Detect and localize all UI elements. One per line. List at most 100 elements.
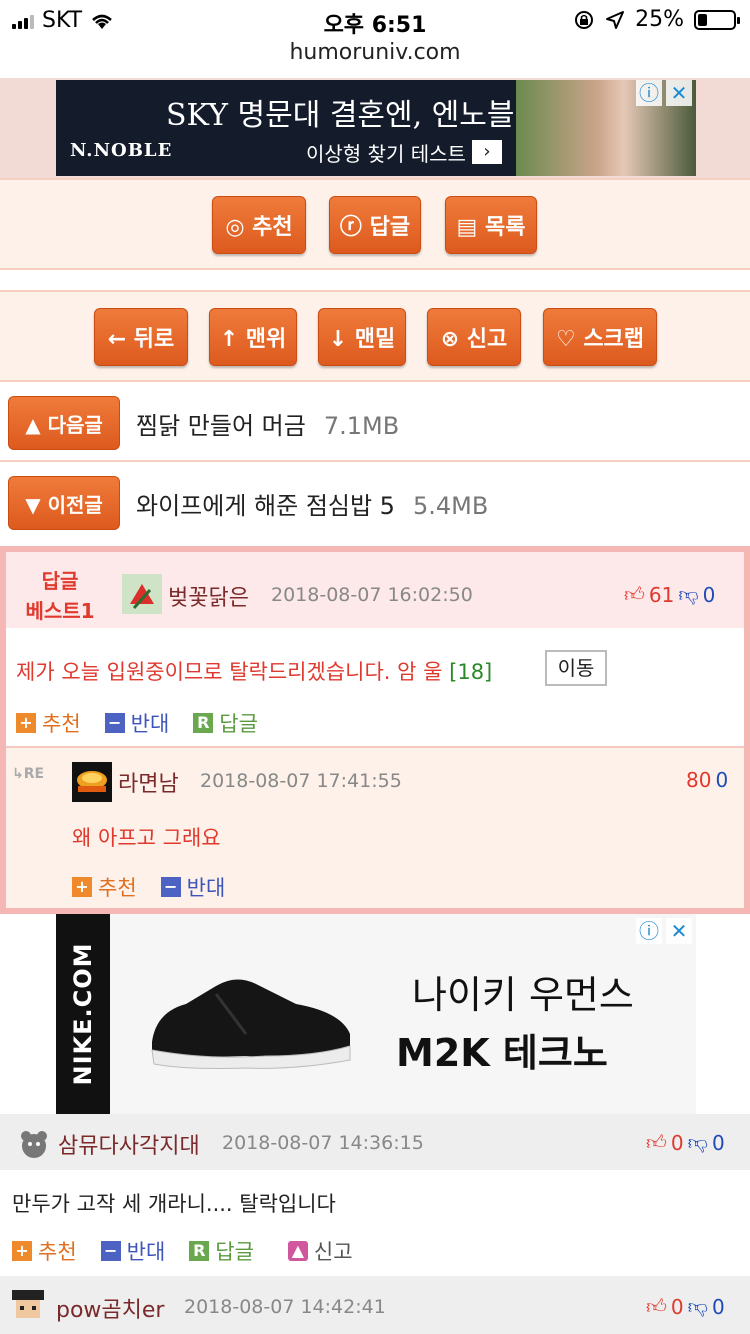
ad-controls: ⓘ ✕	[636, 80, 692, 106]
next-post-title[interactable]: 찜닭 만들어 머금	[136, 412, 306, 440]
thumbs-up-icon[interactable]: 👍︎	[646, 1294, 667, 1319]
list-button[interactable]: ▤ 목록	[445, 196, 537, 254]
nike-side-panel: NIKE.COM	[56, 914, 110, 1114]
move-button[interactable]: 이동	[545, 650, 607, 686]
url-bar[interactable]: humoruniv.com	[0, 40, 750, 65]
avatar[interactable]	[14, 1124, 54, 1164]
best-reply-header: 답글 베스트1 벚꽃닭은 2018-08-07 16:02:50 👍︎ 61 👎…	[6, 552, 744, 628]
report-action[interactable]: ▲ 신고	[287, 1236, 353, 1266]
prev-post-size: 5.4MB	[412, 492, 489, 520]
thumbs-down-icon[interactable]: 👎︎	[688, 1130, 708, 1155]
best-reply-nick[interactable]: 벚꽃닭은	[168, 580, 249, 612]
down-count: 0	[711, 1130, 725, 1155]
ad-arrow-icon: ›	[472, 140, 502, 164]
report-button[interactable]: ⊗ 신고	[427, 308, 521, 366]
rotation-lock-icon	[575, 10, 594, 29]
status-bar: SKT 오후 6:51 25%	[0, 0, 750, 40]
scrap-button[interactable]: ♡ 스크랩	[543, 308, 657, 366]
ad-banner-top[interactable]: SKY 명문대 결혼엔, 엔노블 N.NOBLE 이상형 찾기 테스트 ›	[56, 80, 696, 176]
battery-icon	[694, 9, 740, 30]
comment-nick[interactable]: pow곰치er	[56, 1292, 164, 1324]
up-count: 61	[648, 582, 675, 607]
thumbs-down-icon[interactable]: 👎︎	[678, 582, 698, 607]
bottom-button[interactable]: ↓ 맨밑	[318, 308, 406, 366]
info-icon[interactable]: ⓘ	[636, 80, 662, 106]
best-tag-line1: 답글	[41, 569, 79, 593]
status-right: 25%	[573, 7, 740, 32]
reply-action[interactable]: R 답글	[193, 708, 258, 738]
reply-action[interactable]: R 답글	[189, 1236, 254, 1266]
prev-post-title-wrap[interactable]: 와이프에게 해준 점심밥 5 5.4MB	[136, 486, 488, 521]
post-action-row: ◎ 추천 ⓡ 답글 ▤ 목록	[0, 178, 750, 270]
thumbs-up-icon[interactable]: 👍︎	[624, 582, 645, 607]
best-reply-date: 2018-08-07 16:02:50	[271, 584, 473, 606]
reply-r-icon: R	[189, 1241, 210, 1261]
reply-r-icon: R	[193, 713, 214, 733]
minus-icon: −	[160, 877, 181, 897]
sub-reply-votes: 80 0	[686, 768, 728, 792]
next-post-size: 7.1MB	[323, 412, 400, 440]
prev-post-button[interactable]: ▼ 이전글	[8, 476, 120, 530]
avatar[interactable]	[122, 574, 162, 614]
battery-fill	[698, 13, 707, 26]
thumbs-up-icon[interactable]: 👍︎	[646, 1130, 667, 1155]
up-count: 80	[686, 768, 712, 792]
avatar[interactable]	[72, 762, 112, 802]
best-reply-text-wrap: 제가 오늘 입원중이므로 탈락드리겠습니다. 암 울 [18]	[16, 656, 492, 686]
sub-reply-text: 왜 아프고 그래요	[72, 826, 221, 850]
down-count: 0	[702, 582, 716, 607]
recommend-label: 추천	[42, 712, 81, 736]
close-icon[interactable]: ✕	[666, 80, 692, 106]
ad-banner-nike[interactable]: NIKE.COM 나이키 우먼스 M2K 테크노	[56, 914, 696, 1114]
avatar[interactable]	[8, 1284, 48, 1324]
sub-reply-date: 2018-08-07 17:41:55	[200, 770, 402, 792]
oppose-action[interactable]: − 반대	[104, 708, 169, 738]
best-reply-count[interactable]: [18]	[449, 660, 492, 684]
comment-votes: 👍︎ 0 👎︎ 0	[646, 1130, 725, 1155]
comment-header: 삼뮤다사각지대 2018-08-07 14:36:15 👍︎ 0 👎︎ 0	[0, 1114, 750, 1170]
oppose-action[interactable]: − 반대	[160, 872, 226, 902]
ad-brand: N.NOBLE	[70, 140, 173, 161]
recommend-action[interactable]: + 추천	[16, 708, 81, 738]
recommend-action[interactable]: + 추천	[12, 1236, 77, 1266]
next-post-row[interactable]: ▲ 다음글 찜닭 만들어 머금 7.1MB	[0, 382, 750, 462]
shoe-image	[151, 979, 351, 1069]
ad-headline: SKY 명문대 결혼엔, 엔노블	[166, 98, 515, 133]
oppose-label: 반대	[186, 876, 226, 900]
sub-reply-actions: + 추천 − 반대	[72, 872, 225, 902]
top-button[interactable]: ↑ 맨위	[209, 308, 297, 366]
post-tools-row: ← 뒤로 ↑ 맨위 ↓ 맨밑 ⊗ 신고 ♡ 스크랩	[0, 290, 750, 382]
thumbs-down-icon[interactable]: 👎︎	[688, 1294, 708, 1319]
down-count: 0	[711, 1294, 725, 1319]
up-count: 0	[670, 1294, 684, 1319]
prev-post-title[interactable]: 와이프에게 해준 점심밥 5	[136, 492, 395, 520]
prev-post-row[interactable]: ▼ 이전글 와이프에게 해준 점심밥 5 5.4MB	[0, 462, 750, 542]
up-count: 0	[670, 1130, 684, 1155]
back-button[interactable]: ← 뒤로	[94, 308, 188, 366]
ad2-line2: M2K 테크노	[396, 1031, 608, 1075]
close-icon[interactable]: ✕	[666, 918, 692, 944]
recommend-button[interactable]: ◎ 추천	[212, 196, 306, 254]
reply-button[interactable]: ⓡ 답글	[329, 196, 421, 254]
down-count: 0	[715, 768, 729, 792]
sub-reply-nick[interactable]: 라면남	[118, 766, 179, 798]
next-post-title-wrap[interactable]: 찜닭 만들어 머금 7.1MB	[136, 406, 399, 441]
battery-percent: 25%	[635, 7, 684, 32]
comment-date: 2018-08-07 14:36:15	[222, 1132, 424, 1154]
next-post-button[interactable]: ▲ 다음글	[8, 396, 120, 450]
comment-text: 만두가 고작 세 개라니.... 탈락입니다	[12, 1192, 336, 1216]
comment-header: pow곰치er 2018-08-07 14:42:41 👍︎ 0 👎︎ 0	[0, 1276, 750, 1334]
comment-nick[interactable]: 삼뮤다사각지대	[58, 1128, 200, 1160]
ad2-line1: 나이키 우먼스	[412, 973, 634, 1017]
info-icon[interactable]: ⓘ	[636, 918, 662, 944]
location-icon	[606, 10, 625, 29]
oppose-label: 반대	[126, 1240, 166, 1264]
recommend-label: 추천	[38, 1240, 77, 1264]
best-reply-sub-reply: ↳RE 라면남 2018-08-07 17:41:55 80 0 왜 아프고 그…	[6, 746, 744, 908]
re-label: RE	[23, 766, 45, 782]
oppose-action[interactable]: − 반대	[100, 1236, 166, 1266]
recommend-action[interactable]: + 추천	[72, 872, 137, 902]
re-arrow-icon: ↳RE	[12, 766, 45, 782]
plus-icon: +	[12, 1241, 32, 1261]
comment-date: 2018-08-07 14:42:41	[184, 1296, 386, 1318]
